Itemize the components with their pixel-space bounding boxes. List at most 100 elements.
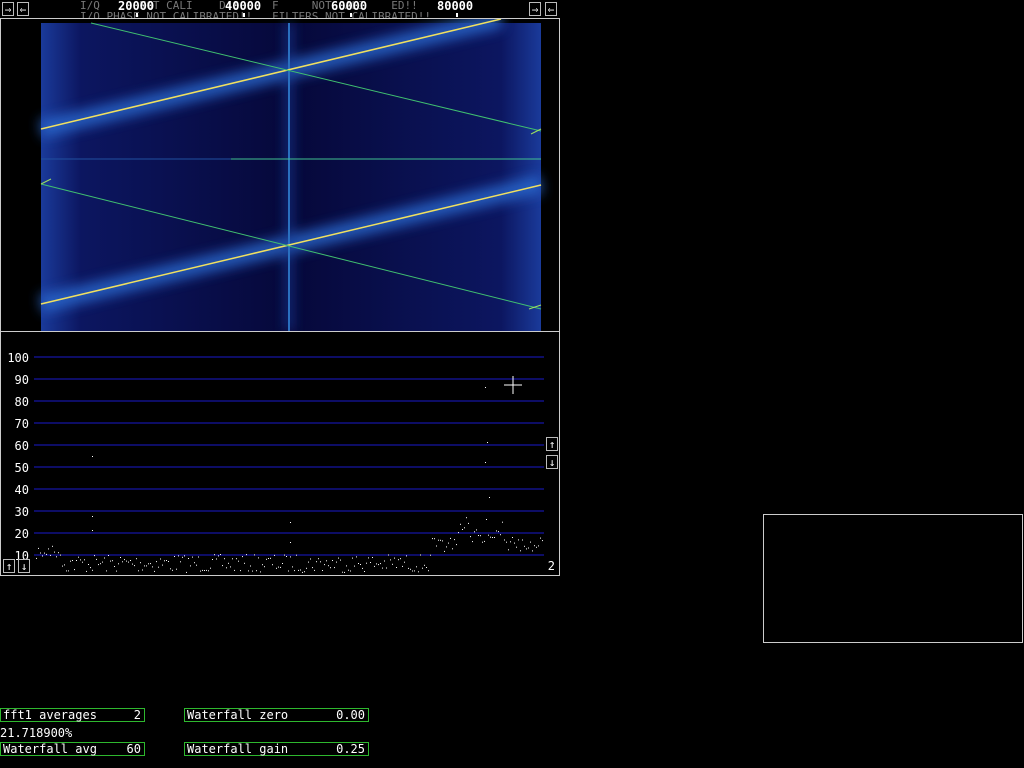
spectrum-dot bbox=[440, 539, 441, 541]
spectrum-dot bbox=[176, 568, 177, 570]
spectrum-dot bbox=[410, 568, 411, 570]
spectrum-dot bbox=[488, 534, 489, 536]
spectrum-dot bbox=[406, 555, 407, 557]
spectrum-dot bbox=[270, 557, 271, 559]
waterfall-gain-value: 0.25 bbox=[336, 742, 365, 756]
spectrum-dot bbox=[274, 554, 275, 556]
spectrum-dot bbox=[380, 563, 381, 565]
spectrum-dot bbox=[530, 541, 531, 543]
scroll-right-arrow-icon[interactable]: ⇒ bbox=[2, 2, 14, 16]
spectrum-dot bbox=[432, 538, 433, 540]
spectrum-dot bbox=[82, 561, 83, 563]
zero-down-arrow-icon[interactable]: ↓ bbox=[18, 559, 30, 573]
spectrum-dot bbox=[286, 556, 287, 557]
gain-down-arrow-icon[interactable]: ↓ bbox=[546, 455, 558, 469]
spectrum-dot bbox=[86, 570, 87, 572]
waterfall-zero-value: 0.00 bbox=[336, 708, 365, 722]
spectrum-dot bbox=[284, 554, 285, 556]
waterfall-zero-box[interactable]: Waterfall zero 0.00 bbox=[184, 708, 369, 722]
spectrum-dot bbox=[164, 560, 165, 562]
spectrum-dot bbox=[80, 559, 81, 561]
spectrum-dot bbox=[220, 554, 221, 555]
spectrum-dot bbox=[244, 562, 245, 564]
spectrum-dot bbox=[340, 559, 341, 561]
spectrum-dot bbox=[350, 570, 351, 572]
spectrum-dot bbox=[122, 561, 123, 563]
spectrum-dot bbox=[162, 564, 163, 566]
spectrum-dot bbox=[502, 521, 503, 523]
spectrum-dot bbox=[228, 562, 229, 564]
spectrum-dot bbox=[196, 564, 197, 566]
spectrum-dot bbox=[532, 550, 533, 552]
scroll-left-arrow-icon[interactable]: ⇐ bbox=[17, 2, 29, 16]
spectrum-dot bbox=[100, 563, 101, 565]
spectrum-dot bbox=[334, 567, 335, 569]
spectrum-dot bbox=[278, 566, 279, 568]
spectrum-dot bbox=[170, 568, 171, 570]
spectrum-dot bbox=[498, 531, 499, 533]
spectrum-dot bbox=[298, 569, 299, 571]
spectrum-dot bbox=[466, 517, 467, 519]
spectrum-dot bbox=[412, 570, 413, 572]
spectrum-dot bbox=[526, 548, 527, 550]
spectrum-dot bbox=[434, 538, 435, 540]
spectrum-dot bbox=[500, 534, 501, 536]
spectrum-dot bbox=[46, 553, 47, 555]
spectrum-dot bbox=[106, 570, 107, 572]
fft1-averages-box[interactable]: fft1 averages 2 bbox=[0, 708, 145, 722]
spectrum-dot bbox=[524, 545, 525, 547]
freq-label-60000: 60000 bbox=[331, 0, 368, 13]
scroll-right-arrow-icon-end[interactable]: ⇒ bbox=[529, 2, 541, 16]
scroll-left-arrow-icon-end[interactable]: ⇐ bbox=[545, 2, 557, 16]
spectrum-dot bbox=[456, 544, 457, 546]
spectrum-dot bbox=[124, 559, 125, 561]
spectrum-display[interactable]: 100 90 80 70 60 50 40 30 20 10 ↑ ↓ ↑ ↓ 2 bbox=[0, 331, 560, 576]
spectrum-dot bbox=[252, 570, 253, 572]
spectrum-dot bbox=[362, 567, 363, 569]
gain-up-arrow-icon[interactable]: ↑ bbox=[546, 437, 558, 451]
spectrum-dot bbox=[234, 569, 235, 571]
spectrum-dot bbox=[178, 555, 179, 557]
spectrum-dot bbox=[128, 561, 129, 563]
spectrum-dot bbox=[112, 560, 113, 562]
spectrum-dot bbox=[382, 567, 383, 569]
spectrum-dot bbox=[400, 558, 401, 560]
spectrum-dot bbox=[264, 566, 265, 568]
spectrum-dot bbox=[336, 561, 337, 563]
spectrum-dot bbox=[344, 571, 345, 573]
spectrum-dot bbox=[76, 560, 77, 561]
waterfall-display[interactable] bbox=[0, 18, 560, 332]
spectrum-dot bbox=[520, 550, 521, 552]
spectrum-peak-dot bbox=[92, 456, 93, 457]
spectrum-dot bbox=[290, 556, 291, 558]
spectrum-dot bbox=[148, 563, 149, 565]
spectrum-peak-dot bbox=[92, 530, 93, 531]
spectrum-dot bbox=[482, 541, 483, 543]
spectrum-dot bbox=[388, 554, 389, 556]
spectrum-dot bbox=[534, 545, 535, 547]
spectrum-dot bbox=[276, 567, 277, 569]
spectrum-dot bbox=[230, 566, 231, 568]
freq-tick bbox=[136, 13, 138, 17]
spectrum-dot bbox=[366, 562, 367, 564]
waterfall-avg-box[interactable]: Waterfall avg 60 bbox=[0, 742, 145, 756]
spectrum-dot bbox=[188, 558, 189, 559]
spectrum-dot bbox=[312, 567, 313, 569]
spectrum-dot bbox=[144, 565, 145, 567]
spectrum-dot bbox=[248, 570, 249, 572]
spectrum-dot bbox=[348, 569, 349, 571]
waterfall-gain-box[interactable]: Waterfall gain 0.25 bbox=[184, 742, 369, 756]
spectrum-dot bbox=[212, 559, 213, 560]
spectrum-dot bbox=[460, 523, 461, 525]
spectrum-dot bbox=[226, 567, 227, 569]
spectrum-dot bbox=[398, 559, 399, 561]
spectrum-dot bbox=[130, 560, 131, 561]
spectrum-dot bbox=[36, 557, 37, 559]
spectrum-dot bbox=[236, 558, 237, 560]
spectrum-dot bbox=[120, 557, 121, 558]
spectrum-dot bbox=[90, 567, 91, 569]
spectrum-dot bbox=[96, 558, 97, 560]
spectrum-dot bbox=[302, 571, 303, 573]
zero-up-arrow-icon[interactable]: ↑ bbox=[3, 559, 15, 573]
spectrum-dot bbox=[360, 564, 361, 565]
